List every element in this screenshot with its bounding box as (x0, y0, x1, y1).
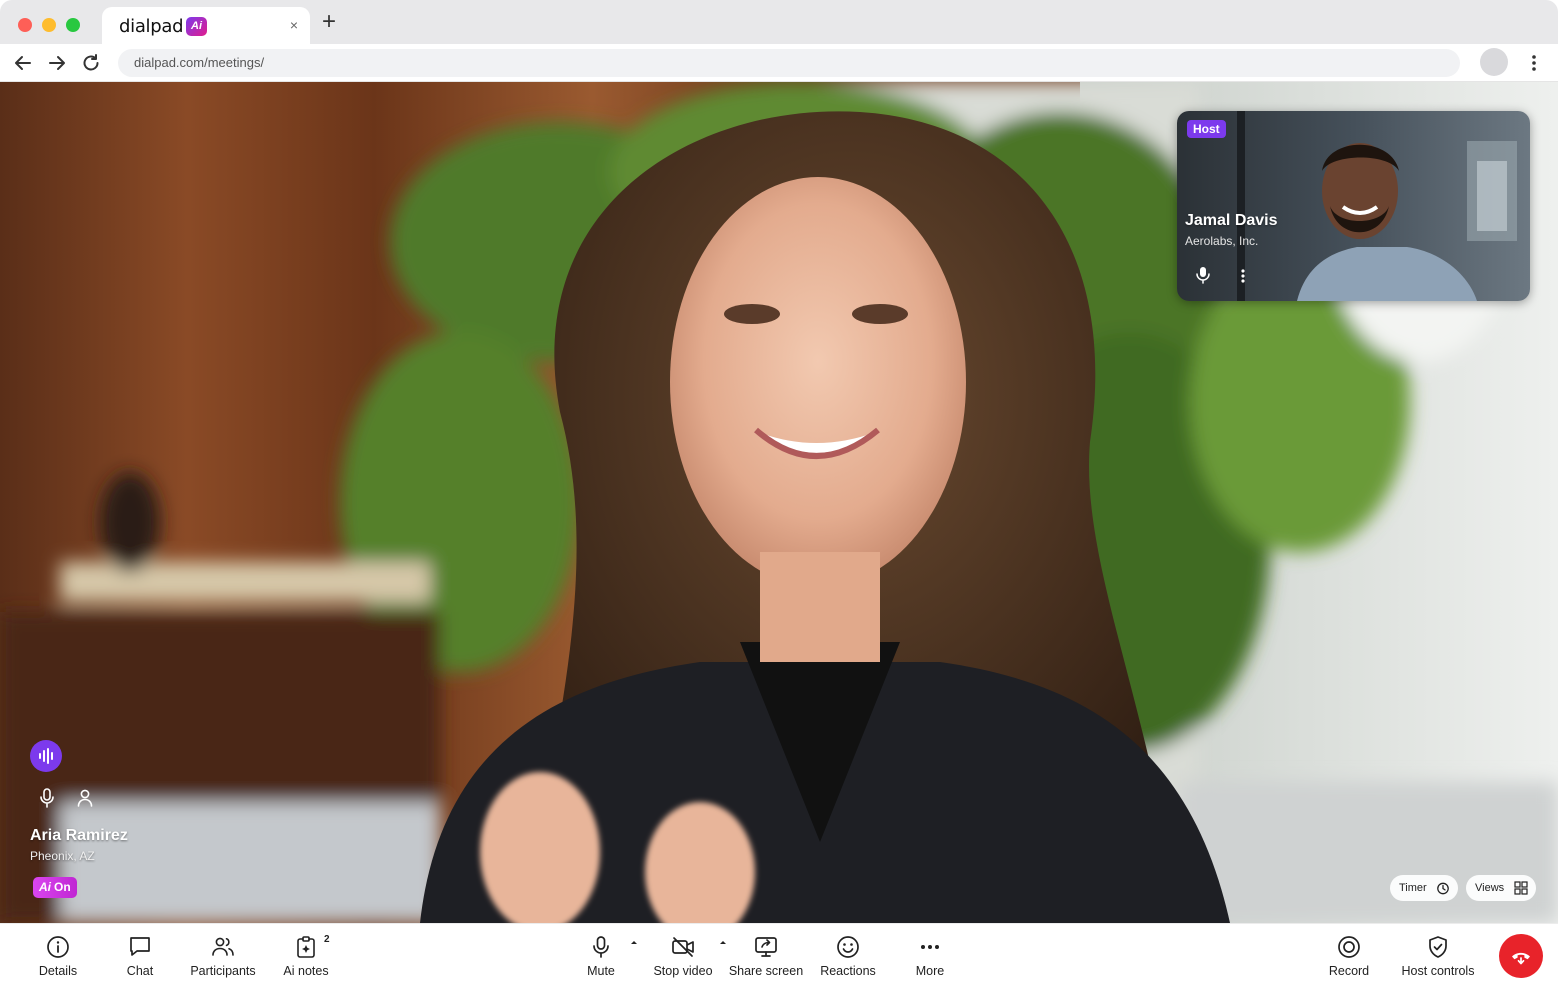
meeting-stage: Host Jamal Davis Aerolabs, Inc. Aria Ram… (0, 82, 1558, 923)
stop-video-label: Stop video (653, 964, 713, 978)
browser-window: dialpad Ai × + dialpad.com/meetings/ Hos… (0, 0, 1558, 988)
timer-icon (1437, 882, 1449, 895)
more-button[interactable]: More (904, 924, 956, 988)
reactions-label: Reactions (820, 964, 876, 978)
timer-label: Timer (1399, 882, 1427, 894)
hang-up-button[interactable] (1499, 934, 1543, 978)
participant-video-feed (1177, 111, 1530, 301)
mic-options-caret-icon[interactable] (629, 938, 639, 946)
person-icon[interactable] (76, 788, 94, 808)
close-window-button[interactable] (18, 18, 32, 32)
stop-video-button[interactable]: Stop video (650, 924, 716, 988)
details-button[interactable]: Details (28, 924, 88, 988)
share-screen-icon (755, 937, 777, 957)
details-label: Details (38, 964, 78, 978)
chat-icon (130, 937, 150, 956)
ai-status-badge[interactable]: Ai On (33, 877, 77, 898)
chat-label: Chat (126, 964, 154, 978)
host-controls-button[interactable]: Host controls (1396, 924, 1480, 988)
tab-bar: dialpad Ai × + (0, 0, 1558, 44)
share-screen-button[interactable]: Share screen (726, 924, 806, 988)
maximize-window-button[interactable] (66, 18, 80, 32)
smiley-icon (837, 936, 859, 958)
back-arrow-icon[interactable] (12, 52, 34, 74)
mute-label: Mute (587, 964, 615, 978)
ai-notes-button[interactable]: 2 Ai notes (276, 924, 336, 988)
speaking-indicator (30, 740, 62, 772)
new-tab-button[interactable]: + (322, 10, 336, 34)
browser-tab[interactable]: dialpad Ai × (102, 7, 310, 44)
participants-button[interactable]: Participants (186, 924, 260, 988)
more-vertical-icon[interactable] (1237, 267, 1249, 285)
views-button[interactable]: Views (1466, 875, 1536, 901)
chat-button[interactable]: Chat (110, 924, 170, 988)
participant-company: Aerolabs, Inc. (1185, 234, 1259, 248)
video-off-icon (672, 937, 694, 957)
host-badge: Host (1187, 120, 1226, 138)
forward-arrow-icon[interactable] (46, 52, 68, 74)
more-horizontal-icon (921, 945, 939, 949)
ai-icon: Ai (39, 880, 51, 894)
microphone-icon[interactable] (1195, 266, 1211, 284)
grid-icon (1514, 881, 1528, 895)
shield-check-icon (1429, 936, 1447, 958)
participant-tile[interactable]: Host Jamal Davis Aerolabs, Inc. (1177, 111, 1530, 301)
address-bar-row: dialpad.com/meetings/ (0, 44, 1558, 82)
tab-close-button[interactable]: × (290, 18, 298, 32)
timer-button[interactable]: Timer (1390, 875, 1458, 901)
host-controls-label: Host controls (1401, 964, 1475, 978)
speaker-location: Pheonix, AZ (30, 849, 95, 863)
profile-avatar[interactable] (1480, 48, 1508, 76)
url-field[interactable]: dialpad.com/meetings/ (118, 49, 1460, 77)
participants-label: Participants (190, 964, 256, 978)
minimize-window-button[interactable] (42, 18, 56, 32)
record-icon (1338, 936, 1360, 958)
participant-name: Jamal Davis (1185, 212, 1278, 229)
ai-status-label: On (54, 880, 71, 894)
mute-button[interactable]: Mute (576, 924, 626, 988)
more-label: More (915, 964, 945, 978)
url-text: dialpad.com/meetings/ (134, 55, 265, 70)
reactions-button[interactable]: Reactions (816, 924, 880, 988)
record-button[interactable]: Record (1322, 924, 1376, 988)
ai-notes-icon (297, 936, 315, 958)
participants-icon (212, 937, 234, 956)
share-screen-label: Share screen (728, 964, 804, 978)
microphone-icon[interactable] (38, 788, 56, 808)
ai-notes-label: Ai notes (283, 964, 329, 978)
meeting-toolbar: Details Chat Participants 2 Ai notes Mut… (0, 923, 1558, 988)
microphone-icon (593, 936, 609, 958)
ai-badge-icon: Ai (186, 17, 207, 36)
reload-icon[interactable] (80, 52, 102, 74)
ai-notes-count: 2 (324, 934, 330, 945)
info-icon (47, 936, 69, 958)
hang-up-icon (1512, 952, 1530, 965)
record-label: Record (1328, 964, 1370, 978)
browser-menu-icon[interactable] (1524, 53, 1544, 73)
audio-waveform-icon (39, 748, 53, 764)
views-label: Views (1475, 882, 1505, 894)
tab-title: dialpad (119, 16, 184, 37)
speaker-name: Aria Ramirez (30, 827, 128, 844)
